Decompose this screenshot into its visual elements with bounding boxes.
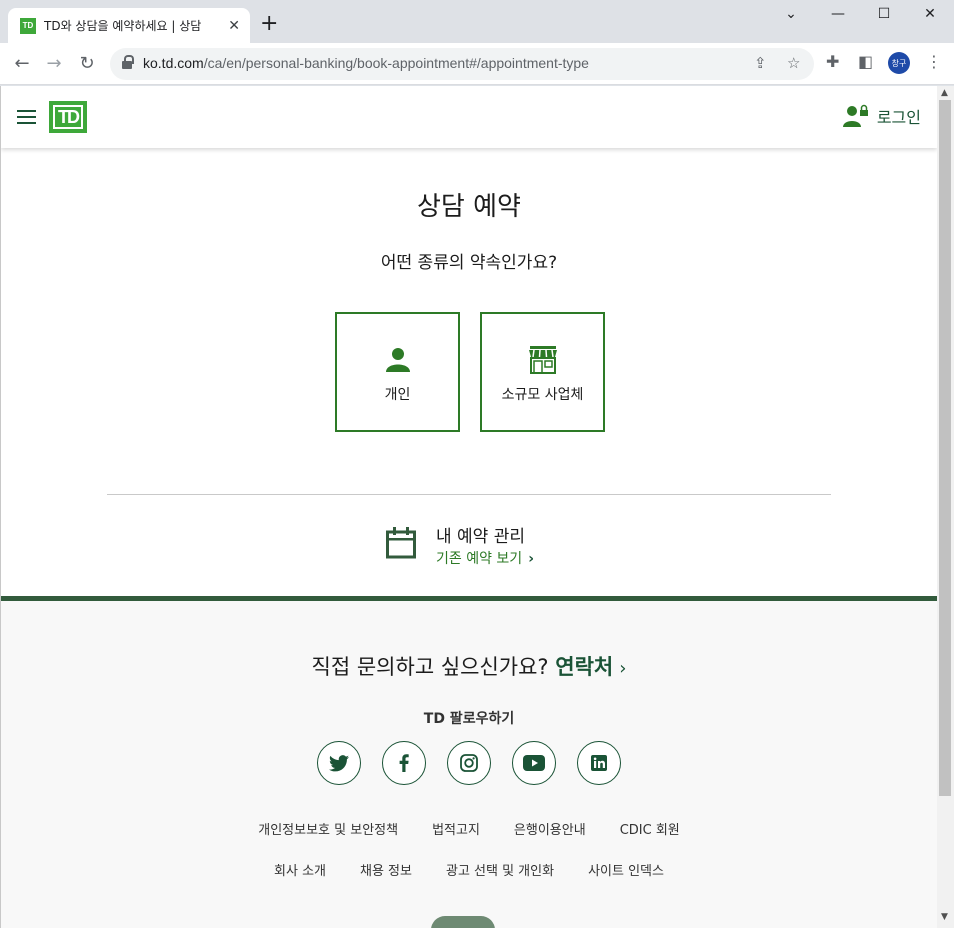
social-links: [317, 741, 621, 785]
page-scrollbar[interactable]: ▲ ▼: [937, 86, 954, 928]
view-existing-appointments-link[interactable]: 기존 예약 보기 ›: [436, 548, 534, 568]
browser-tab-active[interactable]: TD TD와 상담을 예약하세요 | 상담 ✕: [8, 8, 250, 43]
linkedin-icon[interactable]: [577, 741, 621, 785]
person-icon: [385, 348, 410, 372]
contact-prompt: 직접 문의하고 싶으신가요? 연락처 ›: [311, 655, 627, 679]
page-viewport: TD 로그인 상담 예약 어떤 종류의 약속인가요? 개인 소규모 사업체 내 …: [0, 86, 937, 928]
scrollbar-thumb[interactable]: [939, 100, 951, 796]
tab-close-icon[interactable]: ✕: [228, 18, 240, 34]
login-button[interactable]: 로그인: [842, 104, 921, 128]
window-close-icon[interactable]: ✕: [918, 6, 942, 22]
browser-tabstrip: TD TD와 상담을 예약하세요 | 상담 ✕ + ⌄ — ☐ ✕: [0, 0, 954, 43]
small-business-option-card[interactable]: 소규모 사업체: [480, 312, 605, 432]
site-header: TD 로그인: [1, 86, 937, 148]
section-divider: [107, 494, 831, 495]
menu-kebab-icon[interactable]: ⋮: [926, 52, 942, 71]
privacy-link[interactable]: 개인정보보호 및 보안정책: [258, 819, 398, 838]
about-link[interactable]: 회사 소개: [274, 860, 326, 879]
ad-choices-link[interactable]: 광고 선택 및 개인화: [446, 860, 554, 879]
calendar-icon: [386, 527, 416, 559]
twitter-icon[interactable]: [317, 741, 361, 785]
reload-icon[interactable]: ↻: [75, 52, 99, 76]
scroll-down-arrow-icon[interactable]: ▼: [941, 912, 948, 922]
footer-graphic: [431, 916, 495, 928]
chevron-right-icon: ›: [528, 551, 534, 567]
manage-title: 내 예약 관리: [436, 527, 526, 547]
tab-title: TD와 상담을 예약하세요 | 상담: [44, 19, 202, 33]
address-bar[interactable]: ko.td.com/ca/en/personal-banking/book-ap…: [110, 48, 814, 80]
hamburger-menu-icon[interactable]: [17, 110, 36, 125]
share-icon[interactable]: ⇪: [754, 54, 767, 72]
page-title: 상담 예약: [417, 192, 521, 222]
login-label: 로그인: [876, 108, 921, 127]
maximize-icon[interactable]: ☐: [872, 6, 896, 22]
instagram-icon[interactable]: [447, 741, 491, 785]
facebook-icon[interactable]: [382, 741, 426, 785]
personal-option-label: 개인: [384, 387, 411, 403]
cdic-link[interactable]: CDIC 회원: [620, 819, 680, 838]
storefront-icon: [528, 346, 557, 374]
profile-avatar[interactable]: 창구: [888, 52, 910, 74]
side-panel-icon[interactable]: ◧: [858, 52, 873, 71]
minimize-icon[interactable]: —: [826, 6, 850, 22]
extensions-icon[interactable]: ✚: [826, 52, 839, 71]
chevron-right-icon: ›: [619, 658, 627, 679]
contact-link[interactable]: 연락처: [555, 655, 613, 679]
back-icon[interactable]: ←: [10, 52, 34, 76]
follow-td-label: TD 팔로우하기: [423, 711, 515, 727]
tab-search-icon[interactable]: ⌄: [779, 6, 803, 22]
footer-links-row-2: 회사 소개 채용 정보 광고 선택 및 개인화 사이트 인덱스: [1, 860, 937, 879]
personal-option-card[interactable]: 개인: [335, 312, 460, 432]
bookmark-star-icon[interactable]: ☆: [787, 54, 800, 72]
new-tab-icon[interactable]: +: [260, 13, 278, 35]
banking-guide-link[interactable]: 은행이용안내: [514, 819, 586, 838]
small-business-option-label: 소규모 사업체: [501, 387, 584, 403]
td-logo[interactable]: TD: [49, 101, 87, 133]
youtube-icon[interactable]: [512, 741, 556, 785]
footer-links-row-1: 개인정보보호 및 보안정책 법적고지 은행이용안내 CDIC 회원: [1, 819, 937, 838]
td-favicon: TD: [20, 17, 36, 34]
careers-link[interactable]: 채용 정보: [360, 860, 412, 879]
site-index-link[interactable]: 사이트 인덱스: [588, 860, 664, 879]
appointment-type-question: 어떤 종류의 약속인가요?: [380, 253, 558, 273]
url-text: ko.td.com/ca/en/personal-banking/book-ap…: [143, 55, 589, 71]
site-footer: 직접 문의하고 싶으신가요? 연락처 › TD 팔로우하기 개인정보보호 및 보안…: [1, 596, 937, 928]
lock-icon[interactable]: [122, 55, 134, 69]
scroll-up-arrow-icon[interactable]: ▲: [941, 88, 948, 98]
user-lock-icon: [842, 104, 868, 127]
browser-toolbar: ← → ↻ ko.td.com/ca/en/personal-banking/b…: [0, 43, 954, 85]
legal-link[interactable]: 법적고지: [432, 819, 480, 838]
forward-icon[interactable]: →: [42, 52, 66, 76]
